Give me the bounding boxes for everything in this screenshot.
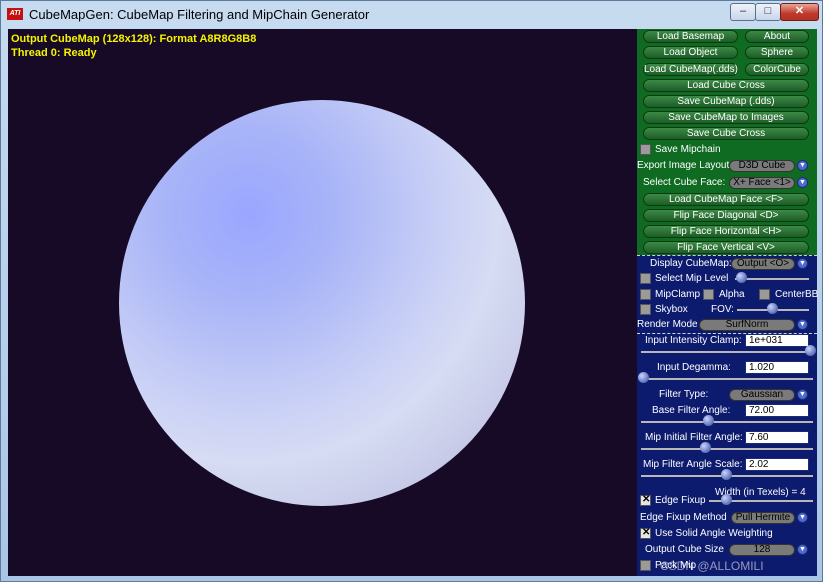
chevron-down-icon[interactable]: ▼ <box>797 319 808 330</box>
save-cubemap-dds-button[interactable]: Save CubeMap (.dds) <box>643 95 809 108</box>
edge-width-slider-thumb[interactable] <box>721 494 732 505</box>
mip-scale-slider-thumb[interactable] <box>721 469 732 480</box>
window-title: CubeMapGen: CubeMap Filtering and MipCha… <box>29 7 370 22</box>
save-mipchain-label: Save Mipchain <box>655 144 721 155</box>
chevron-down-icon[interactable]: ▼ <box>797 177 808 188</box>
select-face-select[interactable]: X+ Face <1> <box>729 177 795 189</box>
skybox-label: Skybox <box>655 304 688 315</box>
degamma-slider-track[interactable] <box>641 378 813 380</box>
ati-logo-icon: ATI <box>7 8 23 20</box>
minimize-button[interactable]: – <box>730 3 756 21</box>
mipclamp-label: MipClamp <box>655 289 701 300</box>
load-object-button[interactable]: Load Object <box>643 46 738 59</box>
control-panel: Load Basemap About Load Object Sphere Lo… <box>637 29 819 576</box>
save-cube-cross-button[interactable]: Save Cube Cross <box>643 127 809 140</box>
input-degamma-label: Input Degamma: <box>657 362 731 373</box>
rendered-sphere <box>119 100 525 506</box>
input-degamma-field[interactable]: 1.020 <box>745 361 809 374</box>
filter-type-select[interactable]: Gaussian <box>729 389 795 401</box>
thread-status-text: Thread 0: Ready <box>11 47 97 59</box>
color-cube-button[interactable]: ColorCube <box>745 63 809 76</box>
base-filter-slider-thumb[interactable] <box>703 415 714 426</box>
load-cube-cross-button[interactable]: Load Cube Cross <box>643 79 809 92</box>
solid-angle-label: Use Solid Angle Weighting <box>655 528 773 539</box>
flip-diagonal-button[interactable]: Flip Face Diagonal <D> <box>643 209 809 222</box>
maximize-button[interactable]: □ <box>755 3 781 21</box>
close-button[interactable]: ✕ <box>780 3 819 21</box>
app-window: ATI CubeMapGen: CubeMap Filtering and Mi… <box>0 0 823 582</box>
load-cubemap-face-button[interactable]: Load CubeMap Face <F> <box>643 193 809 206</box>
fov-label: FOV: <box>711 304 734 315</box>
select-mip-label: Select Mip Level <box>655 273 729 284</box>
mip-scale-field[interactable]: 2.02 <box>745 458 809 471</box>
centerbb-label: CenterBB <box>775 289 819 300</box>
base-filter-field[interactable]: 72.00 <box>745 404 809 417</box>
chevron-down-icon[interactable]: ▼ <box>797 512 808 523</box>
alpha-checkbox[interactable] <box>703 289 714 300</box>
edge-fixup-checkbox[interactable] <box>640 494 651 506</box>
mip-initial-slider-thumb[interactable] <box>700 442 711 453</box>
flip-horizontal-button[interactable]: Flip Face Horizontal <H> <box>643 225 809 238</box>
chevron-down-icon[interactable]: ▼ <box>797 544 808 555</box>
chevron-down-icon[interactable]: ▼ <box>797 258 808 269</box>
pack-mip-checkbox[interactable] <box>640 560 651 571</box>
base-filter-slider-track[interactable] <box>641 421 813 423</box>
mip-initial-field[interactable]: 7.60 <box>745 431 809 444</box>
watermark-text: CSDN @ALLOMILI <box>660 559 764 573</box>
edge-method-select[interactable]: Pull Hermite <box>731 512 795 524</box>
output-size-label: Output Cube Size <box>645 544 724 555</box>
save-mipchain-checkbox[interactable] <box>640 144 651 155</box>
render-viewport[interactable]: Output CubeMap (128x128): Format A8R8G8B… <box>8 29 637 576</box>
render-mode-select[interactable]: SurfNorm <box>699 319 795 331</box>
save-cubemap-images-button[interactable]: Save CubeMap to Images <box>643 111 809 124</box>
sphere-button[interactable]: Sphere <box>745 46 809 59</box>
chevron-down-icon[interactable]: ▼ <box>797 160 808 171</box>
solid-angle-checkbox[interactable] <box>640 527 651 539</box>
mip-level-slider-thumb[interactable] <box>736 272 747 283</box>
degamma-slider-thumb[interactable] <box>638 372 649 383</box>
mipclamp-checkbox[interactable] <box>640 289 651 300</box>
chevron-down-icon[interactable]: ▼ <box>797 389 808 400</box>
mip-initial-slider-track[interactable] <box>641 448 813 450</box>
alpha-label: Alpha <box>719 289 745 300</box>
centerbb-checkbox[interactable] <box>759 289 770 300</box>
skybox-checkbox[interactable] <box>640 304 651 315</box>
input-clamp-slider-track[interactable] <box>641 351 813 353</box>
title-bar[interactable]: ATI CubeMapGen: CubeMap Filtering and Mi… <box>1 1 822 28</box>
select-face-label: Select Cube Face: <box>643 177 726 188</box>
display-cubemap-label: Display CubeMap: <box>650 258 732 269</box>
input-clamp-slider-thumb[interactable] <box>805 345 816 356</box>
load-cubemap-dds-button[interactable]: Load CubeMap(.dds) <box>643 63 738 76</box>
edge-fixup-label: Edge Fixup <box>655 495 706 506</box>
render-mode-label: Render Mode <box>637 319 698 330</box>
flip-vertical-button[interactable]: Flip Face Vertical <V> <box>643 241 809 254</box>
mip-initial-label: Mip Initial Filter Angle: <box>645 432 743 443</box>
edge-method-label: Edge Fixup Method <box>640 512 727 523</box>
section-divider <box>637 255 817 256</box>
base-filter-label: Base Filter Angle: <box>652 405 731 416</box>
filter-type-label: Filter Type: <box>659 389 709 400</box>
display-cubemap-select[interactable]: Output <O> <box>731 258 795 270</box>
about-button[interactable]: About <box>745 30 809 43</box>
select-mip-checkbox[interactable] <box>640 273 651 284</box>
input-clamp-field[interactable]: 1e+031 <box>745 334 809 347</box>
export-layout-label: Export Image Layout: <box>637 160 733 171</box>
export-layout-select[interactable]: D3D Cube <box>729 160 795 172</box>
load-basemap-button[interactable]: Load Basemap <box>643 30 738 43</box>
fov-slider-thumb[interactable] <box>767 303 778 314</box>
output-size-select[interactable]: 128 <box>729 544 795 556</box>
output-info-text: Output CubeMap (128x128): Format A8R8G8B… <box>11 33 257 45</box>
input-clamp-label: Input Intensity Clamp: <box>645 335 742 346</box>
